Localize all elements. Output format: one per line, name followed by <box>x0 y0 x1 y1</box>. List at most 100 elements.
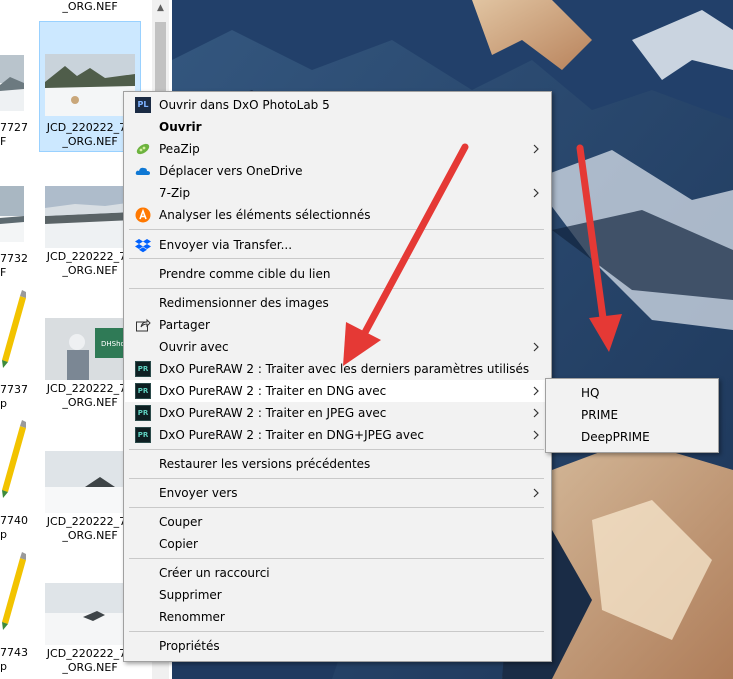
menu-item-share[interactable]: Partager <box>125 314 550 336</box>
submenu-item-label: HQ <box>581 386 600 400</box>
submenu-item-deepprime[interactable]: DeepPRIME <box>547 426 717 448</box>
menu-separator <box>129 258 544 259</box>
context-menu: PL Ouvrir dans DxO PhotoLab 5 Ouvrir Pea… <box>123 91 552 662</box>
menu-item-copy[interactable]: Copier <box>125 533 550 555</box>
submenu-item-label: PRIME <box>581 408 619 422</box>
menu-item-pureraw-jpeg[interactable]: PR DxO PureRAW 2 : Traiter en JPEG avec <box>125 402 550 424</box>
menu-separator <box>129 449 544 450</box>
menu-item-label: DxO PureRAW 2 : Traiter en JPEG avec <box>159 406 387 420</box>
file-thumbnail-partial[interactable] <box>0 186 24 242</box>
file-name-fragment[interactable]: F <box>0 135 6 149</box>
menu-item-restore-versions[interactable]: Restaurer les versions précédentes <box>125 453 550 475</box>
dxo-pureraw-icon: PR <box>135 383 151 399</box>
menu-item-label: Ouvrir avec <box>159 340 229 354</box>
file-name-fragment[interactable]: 7740 <box>0 514 28 528</box>
menu-item-label: Ouvrir dans DxO PhotoLab 5 <box>159 98 330 112</box>
file-name-fragment[interactable]: 7743 <box>0 646 28 660</box>
file-thumbnail <box>45 451 135 513</box>
menu-item-label: Créer un raccourci <box>159 566 270 580</box>
menu-item-label: Propriétés <box>159 639 220 653</box>
pencil-file-icon[interactable] <box>0 290 26 370</box>
submenu-item-prime[interactable]: PRIME <box>547 404 717 426</box>
file-item[interactable]: _ORG.NEF <box>40 0 140 20</box>
menu-item-open[interactable]: Ouvrir <box>125 116 550 138</box>
menu-item-open-with[interactable]: Ouvrir avec <box>125 336 550 358</box>
chevron-right-icon <box>533 144 539 154</box>
menu-item-dropbox-transfer[interactable]: Envoyer via Transfer... <box>125 234 550 256</box>
chevron-right-icon <box>533 408 539 418</box>
menu-item-label: Ouvrir <box>159 120 202 134</box>
share-icon <box>136 318 151 332</box>
menu-item-pureraw-last-settings[interactable]: PR DxO PureRAW 2 : Traiter avec les dern… <box>125 358 550 380</box>
submenu-item-label: DeepPRIME <box>581 430 650 444</box>
file-thumbnail <box>45 54 135 116</box>
file-name-fragment[interactable]: 7737 <box>0 383 28 397</box>
menu-item-pureraw-dng-jpeg[interactable]: PR DxO PureRAW 2 : Traiter en DNG+JPEG a… <box>125 424 550 446</box>
menu-item-label: Déplacer vers OneDrive <box>159 164 303 178</box>
menu-separator <box>129 507 544 508</box>
menu-item-open-photolab[interactable]: PL Ouvrir dans DxO PhotoLab 5 <box>125 94 550 116</box>
menu-item-pureraw-dng[interactable]: PR DxO PureRAW 2 : Traiter en DNG avec <box>125 380 550 402</box>
menu-item-send-to[interactable]: Envoyer vers <box>125 482 550 504</box>
menu-item-delete[interactable]: Supprimer <box>125 584 550 606</box>
menu-item-label: DxO PureRAW 2 : Traiter en DNG+JPEG avec <box>159 428 424 442</box>
menu-item-rename[interactable]: Renommer <box>125 606 550 628</box>
submenu-dng-options: HQ PRIME DeepPRIME <box>545 378 719 453</box>
file-thumbnail <box>45 583 135 645</box>
menu-item-7zip[interactable]: 7-Zip <box>125 182 550 204</box>
file-thumbnail: DHShope <box>45 318 135 380</box>
menu-item-properties[interactable]: Propriétés <box>125 635 550 657</box>
dropbox-icon <box>135 239 151 253</box>
menu-item-resize-images[interactable]: Redimensionner des images <box>125 292 550 314</box>
file-name-fragment[interactable]: p <box>0 660 7 674</box>
file-name-fragment[interactable]: 7732 <box>0 252 28 266</box>
menu-item-label: Couper <box>159 515 203 529</box>
dxo-photolab-icon: PL <box>135 97 151 113</box>
dxo-pureraw-icon: PR <box>135 427 151 443</box>
menu-item-label: Redimensionner des images <box>159 296 329 310</box>
chevron-right-icon <box>533 386 539 396</box>
menu-item-label: Analyser les éléments sélectionnés <box>159 208 371 222</box>
menu-item-label: Envoyer via Transfer... <box>159 238 293 252</box>
pencil-file-icon[interactable] <box>0 552 26 632</box>
submenu-item-hq[interactable]: HQ <box>547 382 717 404</box>
menu-item-peazip[interactable]: PeaZip <box>125 138 550 160</box>
scroll-up-icon[interactable]: ▲ <box>152 0 169 17</box>
dxo-pureraw-icon: PR <box>135 405 151 421</box>
file-thumbnail-partial[interactable] <box>0 55 24 111</box>
menu-item-label: Copier <box>159 537 198 551</box>
chevron-right-icon <box>533 430 539 440</box>
menu-item-link-target[interactable]: Prendre comme cible du lien <box>125 263 550 285</box>
menu-item-create-shortcut[interactable]: Créer un raccourci <box>125 562 550 584</box>
file-name: _ORG.NEF <box>62 0 118 13</box>
onedrive-cloud-icon <box>135 167 150 175</box>
menu-separator <box>129 631 544 632</box>
menu-item-label: 7-Zip <box>159 186 191 200</box>
menu-separator <box>129 288 544 289</box>
menu-separator <box>129 558 544 559</box>
menu-item-label: PeaZip <box>159 142 200 156</box>
menu-item-label: DxO PureRAW 2 : Traiter en DNG avec <box>159 384 387 398</box>
chevron-right-icon <box>533 342 539 352</box>
chevron-right-icon <box>533 488 539 498</box>
menu-item-cut[interactable]: Couper <box>125 511 550 533</box>
peazip-icon <box>136 143 150 155</box>
menu-item-label: Restaurer les versions précédentes <box>159 457 371 471</box>
dxo-pureraw-icon: PR <box>135 361 151 377</box>
file-name-fragment[interactable]: 7727 <box>0 121 28 135</box>
menu-separator <box>129 229 544 230</box>
menu-item-label: Partager <box>159 318 210 332</box>
menu-item-label: Supprimer <box>159 588 222 602</box>
file-name-fragment[interactable]: F <box>0 266 6 280</box>
file-name-fragment[interactable]: p <box>0 397 7 411</box>
menu-item-label: DxO PureRAW 2 : Traiter avec les dernier… <box>159 362 530 376</box>
file-thumbnail <box>45 186 135 248</box>
chevron-right-icon <box>533 188 539 198</box>
pencil-file-icon[interactable] <box>0 420 26 500</box>
menu-item-label: Renommer <box>159 610 225 624</box>
menu-item-scan[interactable]: Analyser les éléments sélectionnés <box>125 204 550 226</box>
menu-separator <box>129 478 544 479</box>
menu-item-label: Prendre comme cible du lien <box>159 267 331 281</box>
menu-item-onedrive[interactable]: Déplacer vers OneDrive <box>125 160 550 182</box>
file-name-fragment[interactable]: p <box>0 528 7 542</box>
